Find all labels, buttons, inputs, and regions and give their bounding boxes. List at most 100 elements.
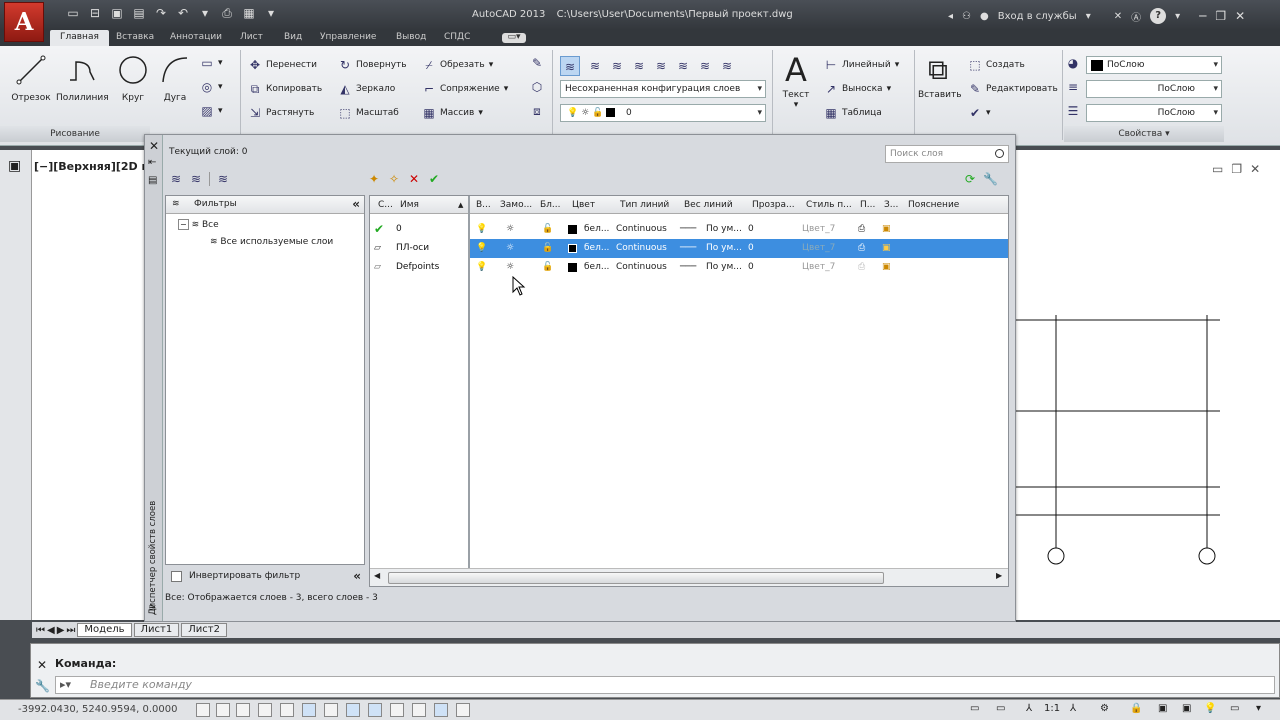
3d-osnap-icon[interactable] [324, 703, 338, 717]
command-close-icon[interactable]: ✕ [37, 658, 47, 672]
prev-tab-icon[interactable]: ◀ [47, 625, 55, 636]
layer-properties-icon[interactable]: ≋ [560, 56, 580, 76]
create-block-button[interactable]: ⬚ Создать [968, 58, 1025, 72]
mirror-button[interactable]: ◭ Зеркало [338, 82, 395, 96]
table-button[interactable]: ▦ Таблица [824, 106, 881, 120]
quick-view-icon[interactable]: ▭ [996, 703, 1005, 714]
col-linetype[interactable]: Тип линий [620, 196, 669, 214]
save-as-icon[interactable]: ▤ [130, 6, 148, 24]
exchange-icon[interactable]: ✕ [1114, 11, 1122, 22]
layer-off-icon[interactable]: ≋ [610, 59, 624, 73]
col-freeze[interactable]: Замо... [500, 196, 532, 214]
line-button[interactable]: Отрезок [10, 54, 52, 103]
layer-row-pl-osi[interactable]: ▱ ПЛ-оси 💡 ☼ 🔓 бел... Continuous ─── По … [370, 239, 1008, 258]
bulb-status-icon[interactable]: 💡 [1204, 703, 1216, 714]
palette-close-icon[interactable]: ✕ [149, 139, 159, 153]
new-property-filter-icon[interactable]: ≋ [169, 172, 183, 186]
undo-dropdown-icon[interactable]: ▾ [196, 6, 214, 24]
qat-menu-icon[interactable]: ▾ [262, 6, 280, 24]
command-wrench-icon[interactable]: 🔧 [35, 679, 50, 693]
minimize-icon[interactable]: ─ [1199, 9, 1206, 23]
col-vp-freeze[interactable]: З... [884, 196, 898, 214]
polar-icon[interactable] [280, 703, 294, 717]
horizontal-scrollbar[interactable]: ◀ ▶ [370, 568, 1008, 586]
new-layer-icon[interactable]: ✦ [367, 172, 381, 186]
new-icon[interactable]: ▭ [64, 6, 82, 24]
color-combo[interactable]: ПоСлою [1086, 56, 1222, 74]
tab-layout[interactable]: Лист [240, 30, 263, 46]
layer-row-defpoints[interactable]: ▱ Defpoints 💡 ☼ 🔓 бел... Continuous ─── … [370, 258, 1008, 277]
annotation-scale-icon[interactable]: ⅄ [1026, 703, 1032, 714]
layer-row-0[interactable]: ✔ 0 💡 ☼ 🔓 бел... Continuous ─── По ум...… [370, 220, 1008, 239]
settings-wrench-icon[interactable]: 🔧 [983, 172, 998, 186]
tab-view[interactable]: Вид [284, 30, 302, 46]
autohide-icon[interactable]: ⇤ [148, 157, 156, 168]
collapse-icon[interactable]: « [353, 567, 361, 585]
clean-screen-icon[interactable]: ▭ [1230, 703, 1239, 714]
ortho-icon[interactable] [258, 703, 272, 717]
linetype-combo[interactable]: ПоСлою [1086, 104, 1222, 122]
tree-item-all[interactable]: − ≋ Все [178, 219, 219, 230]
layer-previous-icon[interactable]: ≋ [720, 59, 734, 73]
set-current-icon[interactable]: ✔ [427, 172, 441, 186]
lineweight-combo[interactable]: ПоСлою [1086, 80, 1222, 98]
attribute-button[interactable]: ✔ ▾ [968, 106, 991, 120]
stretch-button[interactable]: ⇲ Растянуть [248, 106, 314, 120]
last-tab-icon[interactable]: ⏭ [66, 625, 75, 636]
undo-icon[interactable]: ↶ [174, 6, 192, 24]
workspace-icon[interactable]: ▦ [240, 6, 258, 24]
tab-annotate[interactable]: Аннотации [170, 30, 222, 46]
ellipse-button[interactable]: ◎ ▾ [200, 80, 223, 94]
erase-button[interactable]: ✎ [530, 56, 544, 70]
tab-manage[interactable]: Управление [320, 30, 376, 46]
layer-match-icon[interactable]: ≋ [698, 59, 712, 73]
text-button[interactable]: A Текст ▾ [780, 54, 812, 110]
command-input[interactable]: ▸▾ Введите команду [55, 676, 1275, 694]
osnap-icon[interactable] [302, 703, 316, 717]
transparency-icon[interactable] [434, 703, 448, 717]
col-on[interactable]: В... [476, 196, 491, 214]
trim-button[interactable]: ⌿ Обрезать ▾ [422, 58, 493, 72]
autodesk-icon[interactable]: Ⓐ [1131, 9, 1141, 24]
scale-button[interactable]: ⬚ Масштаб [338, 106, 398, 120]
col-status[interactable]: С... [378, 196, 393, 214]
tree-item-used-layers[interactable]: ≋ Все используемые слои [210, 237, 333, 247]
sign-in-label[interactable]: Вход в службы [998, 11, 1077, 22]
restore-icon[interactable]: ❐ [1215, 9, 1226, 23]
new-layer-frozen-icon[interactable]: ✧ [387, 172, 401, 186]
circle-button[interactable]: Круг [116, 54, 150, 103]
status-menu-icon[interactable]: ▾ [1256, 703, 1261, 714]
col-plot[interactable]: П... [860, 196, 875, 214]
refresh-icon[interactable]: ⟳ [963, 172, 977, 186]
save-icon[interactable]: ▣ [108, 6, 126, 24]
fillet-button[interactable]: ⌐ Сопряжение ▾ [422, 82, 508, 96]
linear-dim-button[interactable]: ⊢ Линейный ▾ [824, 58, 900, 72]
tab-model[interactable]: Модель [77, 623, 132, 637]
signin-dropdown-icon[interactable]: ▾ [1086, 11, 1091, 22]
layer-lock-icon[interactable]: ≋ [676, 59, 690, 73]
move-button[interactable]: ✥ Перенести [248, 58, 317, 72]
arc-button[interactable]: Дуга [158, 54, 192, 103]
back-icon[interactable]: ◂ [948, 11, 953, 22]
doc-restore-icon[interactable]: ❐ [1231, 162, 1242, 176]
ducs-icon[interactable] [368, 703, 382, 717]
col-plotstyle[interactable]: Стиль п... [806, 196, 852, 214]
current-layer-combo[interactable]: 💡 ☼ 🔓 0 [560, 104, 766, 122]
viewport-menu-icon[interactable]: ▣ [8, 158, 21, 174]
snap-icon[interactable] [216, 703, 230, 717]
col-color[interactable]: Цвет [572, 196, 595, 214]
layer-states-manager-icon[interactable]: ≋ [216, 172, 230, 186]
match-properties-button[interactable]: ◕ [1066, 56, 1080, 70]
tab-home[interactable]: Главная [50, 30, 109, 46]
close-window-icon[interactable]: ✕ [1235, 9, 1245, 23]
scroll-thumb[interactable] [388, 572, 884, 584]
delete-layer-icon[interactable]: ✕ [407, 172, 421, 186]
lock-ui-icon[interactable]: 🔒 [1130, 703, 1142, 714]
collapse-filters-icon[interactable]: « [352, 196, 360, 213]
new-group-filter-icon[interactable]: ≋ [189, 172, 203, 186]
quick-properties-icon[interactable] [456, 703, 470, 717]
otrack-icon[interactable] [346, 703, 360, 717]
doc-close-icon[interactable]: ✕ [1250, 162, 1260, 176]
rotate-button[interactable]: ↻ Повернуть [338, 58, 407, 72]
col-lock[interactable]: Бл... [540, 196, 561, 214]
